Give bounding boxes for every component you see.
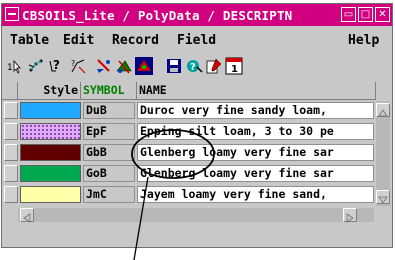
callout-leader-line xyxy=(133,176,149,260)
callout-ellipse xyxy=(131,129,215,179)
annotation-callout xyxy=(131,129,215,260)
